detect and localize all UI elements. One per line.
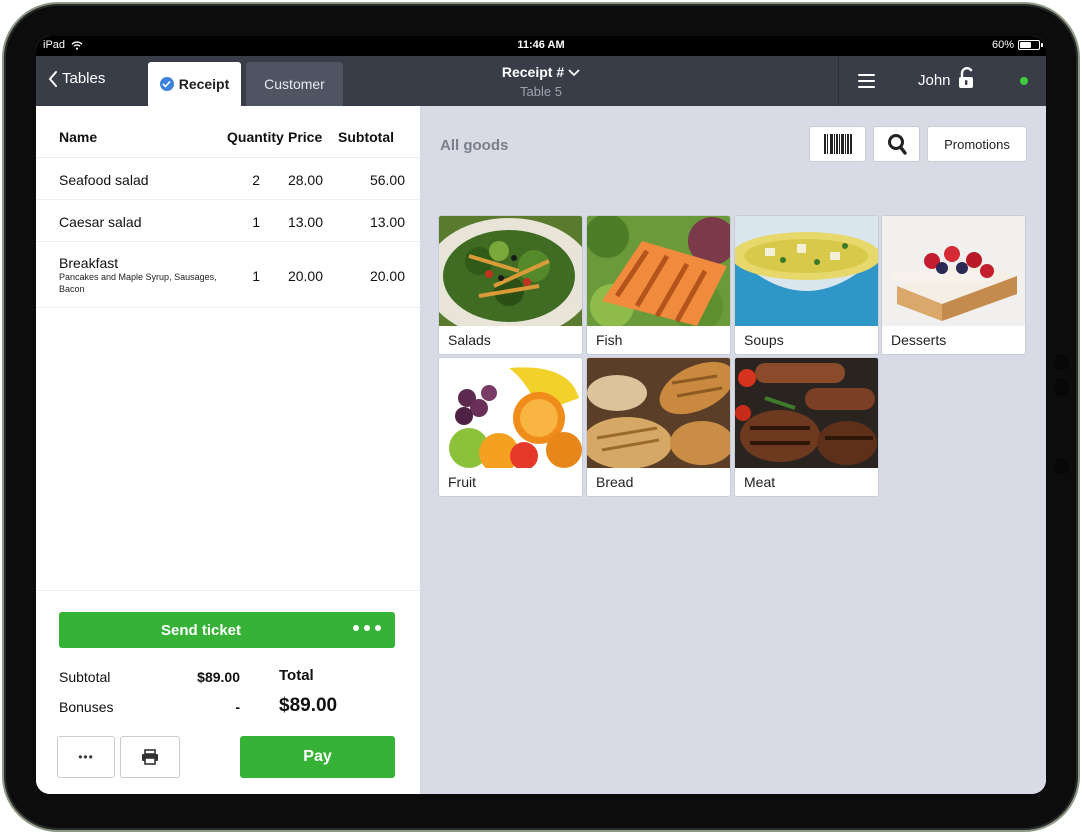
nav-divider [838, 56, 839, 106]
receipt-item-row[interactable]: Seafood salad 2 28.00 56.00 [36, 158, 420, 200]
print-button[interactable] [120, 736, 180, 778]
category-tile-desserts[interactable]: Desserts [882, 216, 1025, 354]
tile-label: Salads [448, 332, 491, 348]
nav-bar: Tables Receipt Customer Receipt # Table … [36, 56, 1046, 106]
item-name: Caesar salad [59, 214, 142, 230]
tile-label: Bread [596, 474, 634, 490]
category-tile-fish[interactable]: Fish [587, 216, 730, 354]
tile-label: Desserts [891, 332, 947, 348]
barcode-icon [823, 134, 852, 154]
category-tile-meat[interactable]: Meat [735, 358, 878, 496]
menu-icon[interactable] [858, 74, 875, 88]
grilled-salmon-photo [587, 216, 730, 326]
column-price: Price [288, 129, 323, 145]
printer-icon [142, 749, 158, 765]
berry-cake-photo [882, 216, 1025, 326]
item-name: Breakfast [59, 255, 119, 271]
bonuses-label: Bonuses [59, 699, 114, 715]
tile-label: Soups [744, 332, 784, 348]
item-price: 28.00 [287, 172, 323, 188]
category-tile-soups[interactable]: Soups [735, 216, 878, 354]
receipt-panel: Name Quantity Price Subtotal Seafood sal… [36, 106, 420, 794]
barcode-scan-button[interactable] [809, 126, 866, 162]
unlocked-lock-icon[interactable] [958, 67, 976, 89]
bonuses-value: - [235, 699, 240, 715]
total-label: Total [279, 667, 314, 684]
item-qty: 1 [252, 214, 260, 230]
receipt-item-row[interactable]: Caesar salad 1 13.00 13.00 [36, 200, 420, 242]
item-qty: 1 [252, 268, 260, 284]
more-options-label: ••• [78, 750, 94, 764]
more-dots-icon[interactable] [353, 625, 381, 631]
chevron-down-icon [568, 69, 580, 77]
send-ticket-label: Send ticket [160, 621, 242, 639]
column-subtotal: Subtotal [338, 129, 394, 145]
item-description: Pancakes and Maple Syrup, Sausages, Baco… [59, 272, 217, 294]
receipt-number-dropdown[interactable]: Receipt # [36, 64, 1046, 80]
bread-photo [587, 358, 730, 468]
item-subtotal: 13.00 [369, 214, 405, 230]
status-bar: iPad 11:46 AM 60% [36, 36, 1046, 56]
receipt-footer: Send ticket Subtotal $89.00 Total Bonuse… [36, 590, 420, 794]
goods-panel: All goods Promotions Salads Fish Soups D… [420, 106, 1046, 794]
user-name[interactable]: John [918, 72, 951, 89]
item-name: Seafood salad [59, 172, 149, 188]
ipad-screen: iPad 11:46 AM 60% Tables Receipt Custome… [36, 36, 1046, 794]
battery-icon [1018, 40, 1043, 50]
category-tile-fruit[interactable]: Fruit [439, 358, 582, 496]
salad-photo [439, 216, 582, 326]
receipt-item-row[interactable]: Breakfast Pancakes and Maple Syrup, Saus… [36, 242, 420, 308]
grilled-meat-photo [735, 358, 878, 468]
category-tile-salads[interactable]: Salads [439, 216, 582, 354]
tile-label: Fruit [448, 474, 476, 490]
soup-bowl-photo [735, 216, 878, 326]
promotions-label: Promotions [944, 136, 1010, 152]
item-subtotal: 20.00 [369, 268, 405, 284]
item-price: 13.00 [287, 214, 323, 230]
status-time: 11:46 AM [517, 39, 565, 51]
item-subtotal: 56.00 [369, 172, 405, 188]
table-label: Table 5 [520, 84, 562, 99]
item-qty: 2 [252, 172, 260, 188]
promotions-button[interactable]: Promotions [927, 126, 1027, 162]
online-status-dot [1020, 77, 1028, 85]
category-tile-bread[interactable]: Bread [587, 358, 730, 496]
more-options-button[interactable]: ••• [57, 736, 115, 778]
pay-label: Pay [303, 748, 332, 765]
column-quantity: Quantity [227, 129, 284, 145]
item-price: 20.00 [287, 268, 323, 284]
receipt-title: Receipt # [501, 64, 565, 80]
pay-button[interactable]: Pay [240, 736, 395, 778]
subtotal-value: $89.00 [197, 669, 240, 685]
tile-label: Fish [596, 332, 623, 348]
send-ticket-button[interactable]: Send ticket [59, 612, 395, 648]
search-icon [887, 134, 907, 155]
column-name: Name [59, 129, 98, 145]
fruit-photo [439, 358, 582, 468]
tile-label: Meat [744, 474, 776, 490]
battery-percent: 60% [991, 39, 1014, 51]
goods-title: All goods [440, 137, 509, 154]
search-button[interactable] [873, 126, 920, 162]
total-value: $89.00 [279, 695, 338, 716]
subtotal-label: Subtotal [59, 669, 111, 685]
receipt-table-header: Name Quantity Price Subtotal [36, 106, 420, 158]
